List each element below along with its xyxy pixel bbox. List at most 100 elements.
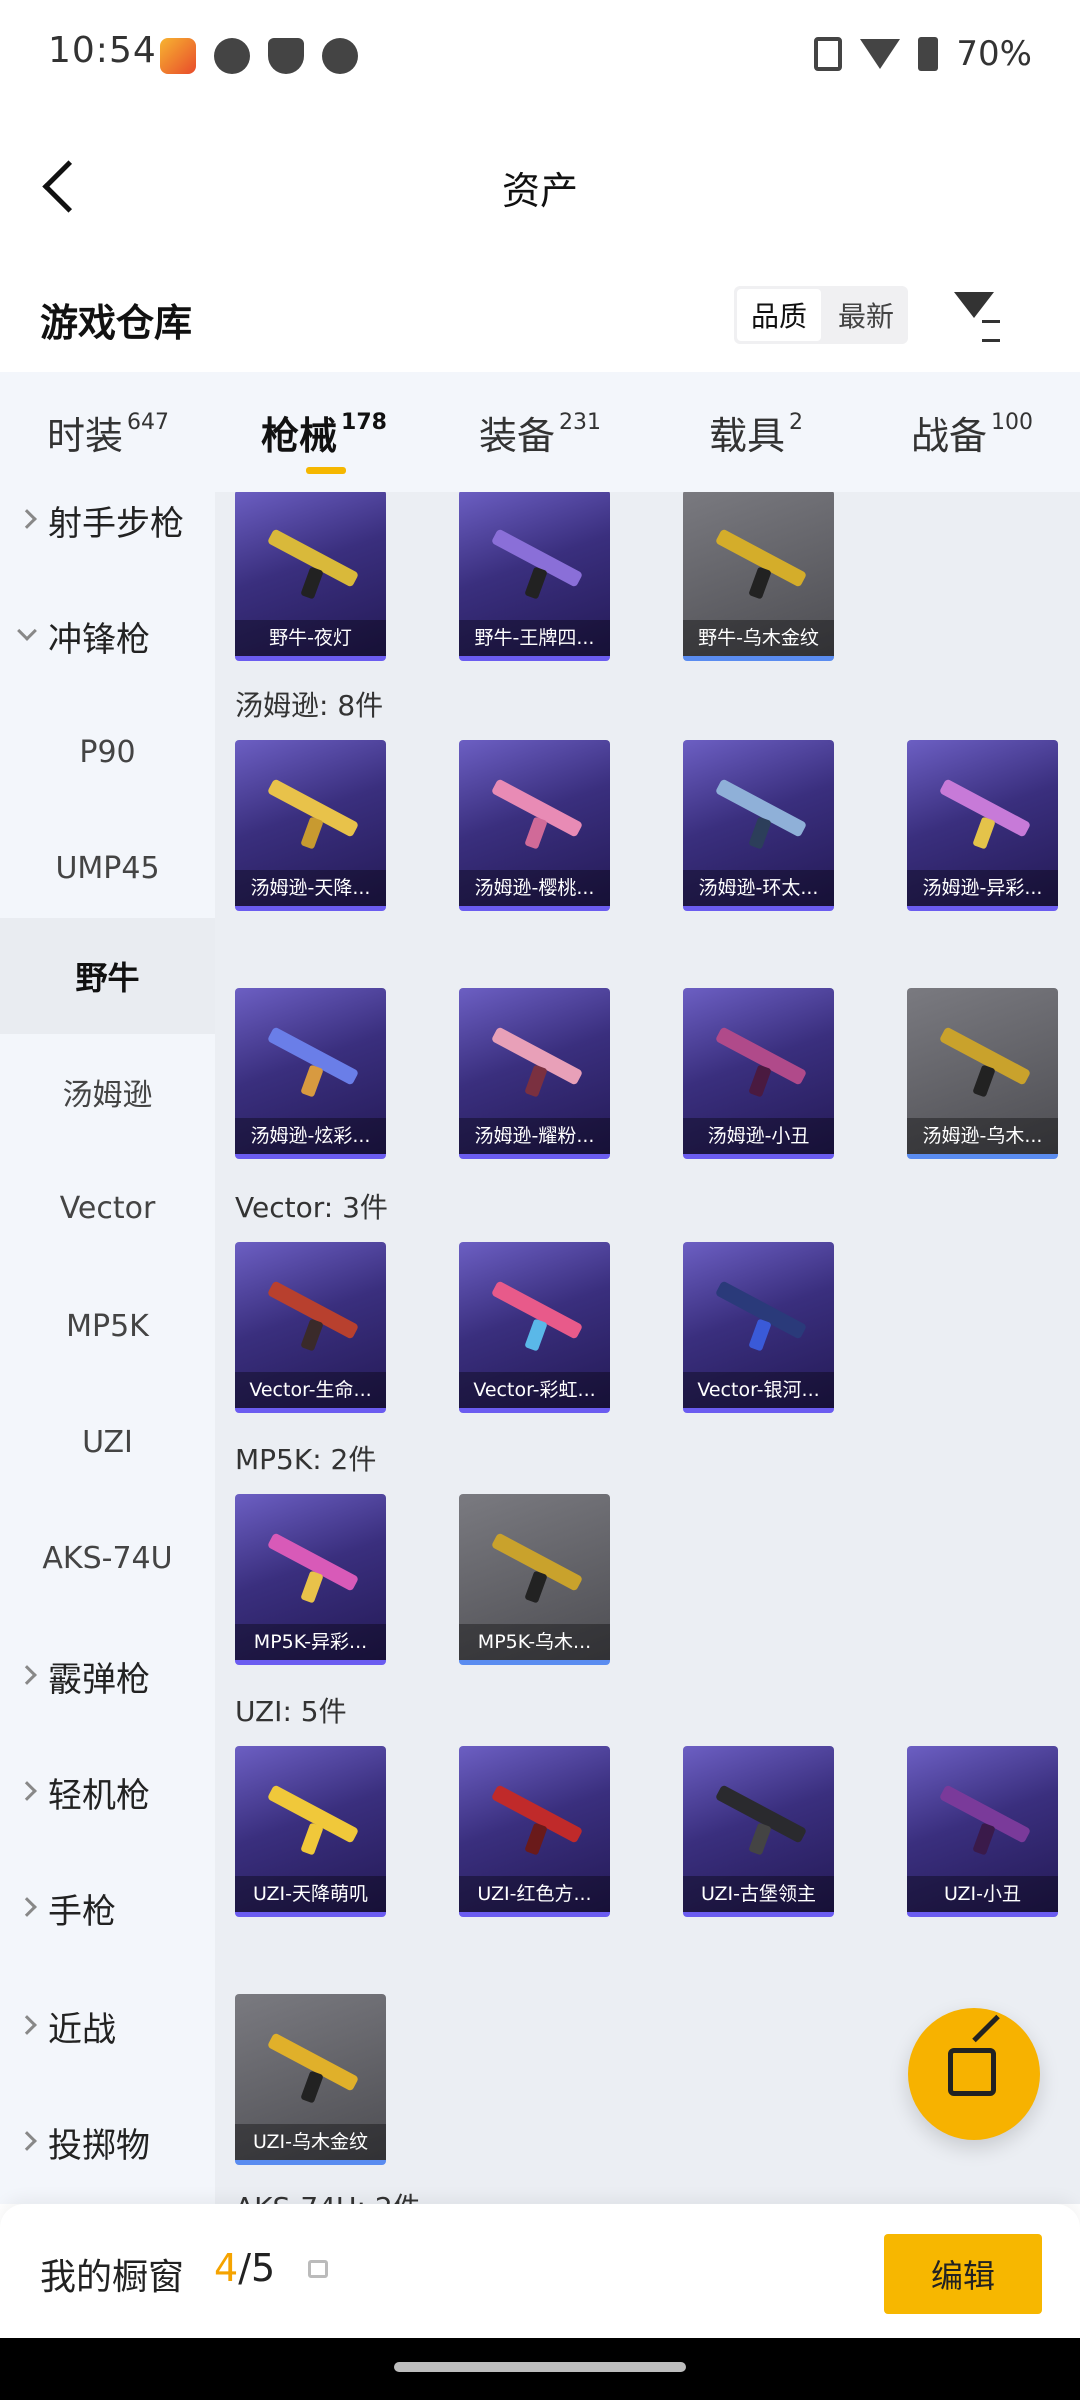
section-label-mp5k: MP5K: 2件 [235,1443,377,1476]
filter-icon[interactable] [952,286,1002,342]
gun-image [479,778,589,850]
skin-card[interactable]: 汤姆逊-天降... [235,740,386,911]
tab-vehicles[interactable]: 载具 2 [648,372,864,492]
skin-name: UZI-古堡领主 [683,1876,834,1912]
showcase-current: 4 [214,2246,239,2290]
game-app-icon [160,38,196,74]
sidebar-item-mp5k[interactable]: MP5K [0,1268,215,1384]
sidebar-item-vector[interactable]: Vector [0,1150,215,1266]
tab-label: 枪械 [261,413,338,458]
skin-card[interactable]: 汤姆逊-樱桃... [459,740,610,911]
edit-button[interactable]: 编辑 [884,2234,1042,2314]
skin-name: 汤姆逊-异彩... [907,870,1058,906]
sort-toggle: 品质 最新 [734,286,908,344]
skin-name: MP5K-异彩... [235,1624,386,1660]
skin-card[interactable]: MP5K-乌木... [459,1494,610,1665]
status-bar: 10:54 70% [0,0,1080,110]
skin-card[interactable]: MP5K-异彩... [235,1494,386,1665]
skin-card[interactable]: Vector-彩虹... [459,1242,610,1413]
tab-count: 178 [341,409,387,435]
tab-outfit[interactable]: 时装 647 [0,372,216,492]
chevron-right-icon [17,1781,37,1801]
tab-count: 647 [127,409,169,435]
section-label-vector: Vector: 3件 [235,1191,388,1224]
sidebar-item-bison[interactable]: 野牛 [0,918,215,1034]
gun-image [703,778,813,850]
skin-card[interactable]: UZI-红色方... [459,1746,610,1917]
chevron-down-icon [17,621,37,641]
battery-icon [918,37,939,71]
gun-image [479,1532,589,1604]
lock-icon [308,2260,328,2278]
gun-image [703,528,813,600]
chevron-right-icon [17,2015,37,2035]
tab-equipment[interactable]: 装备 231 [432,372,648,492]
skin-name: 汤姆逊-小丑 [683,1118,834,1154]
skin-card[interactable]: UZI-古堡领主 [683,1746,834,1917]
skin-card[interactable]: 汤姆逊-小丑 [683,988,834,1159]
sidebar-item-uzi[interactable]: UZI [0,1384,215,1500]
sort-quality[interactable]: 品质 [737,289,821,341]
gun-image [479,1280,589,1352]
share-button[interactable] [908,2008,1040,2140]
tab-weapons[interactable]: 枪械 178 [216,372,432,492]
sort-newest[interactable]: 最新 [824,286,908,344]
skin-name: UZI-红色方... [459,1876,610,1912]
gun-image [255,778,365,850]
skin-card[interactable]: 汤姆逊-异彩... [907,740,1058,911]
sidebar-item-pistol[interactable]: 手枪 [0,1850,215,1966]
skin-card[interactable]: 汤姆逊-环太... [683,740,834,911]
page-title: 资产 [501,169,578,213]
skin-card[interactable]: 汤姆逊-耀粉... [459,988,610,1159]
sidebar-item-p90[interactable]: P90 [0,694,215,810]
share-arrow [972,2014,1000,2043]
skin-grid: 野牛-夜灯 野牛-王牌四... 野牛-乌木金纹 汤姆逊: 8件 汤姆逊-天降..… [215,492,1080,2204]
skin-card[interactable]: 野牛-乌木金纹 [683,492,834,661]
sidebar-item-label: 手枪 [48,1891,116,1932]
sidebar-item-melee[interactable]: 近战 [0,1968,215,2084]
skin-name: UZI-天降萌叽 [235,1876,386,1912]
warehouse-row: 游戏仓库 品质 最新 [0,270,1080,370]
skin-name: 野牛-夜灯 [235,620,386,656]
skin-name: MP5K-乌木... [459,1624,610,1660]
skin-card[interactable]: Vector-银河... [683,1242,834,1413]
gun-image [927,1784,1037,1856]
status-time: 10:54 [48,30,157,71]
home-gesture-pill[interactable] [394,2362,686,2372]
skin-name: 汤姆逊-炫彩... [235,1118,386,1154]
chevron-right-icon [17,2131,37,2151]
skin-name: 野牛-乌木金纹 [683,620,834,656]
sidebar-item-ump45[interactable]: UMP45 [0,810,215,926]
section-label-aks74u: AKS-74U: 2件 [235,2186,421,2204]
skin-name: 汤姆逊-环太... [683,870,834,906]
sidebar-item-marksman-rifle[interactable]: 射手步枪 [0,492,215,578]
skin-card[interactable]: 野牛-王牌四... [459,492,610,661]
share-icon [948,2048,996,2096]
gun-image [927,1026,1037,1098]
sidebar-item-label: 霰弹枪 [48,1659,150,1700]
gun-image [703,1784,813,1856]
skin-card[interactable]: Vector-生命... [235,1242,386,1413]
skin-card[interactable]: 汤姆逊-炫彩... [235,988,386,1159]
sidebar-item-lmg[interactable]: 轻机枪 [0,1734,215,1850]
skin-card[interactable]: UZI-乌木金纹 [235,1994,386,2165]
sidebar-item-smg[interactable]: 冲锋枪 [0,578,215,694]
chevron-right-icon [17,1665,37,1685]
showcase-title: 我的橱窗 [40,2257,185,2298]
skin-card[interactable]: UZI-小丑 [907,1746,1058,1917]
gun-image [255,1784,365,1856]
tab-supplies[interactable]: 战备 100 [864,372,1080,492]
skin-card[interactable]: 野牛-夜灯 [235,492,386,661]
skin-card[interactable]: 汤姆逊-乌木... [907,988,1058,1159]
gun-image [255,1280,365,1352]
skin-card[interactable]: UZI-天降萌叽 [235,1746,386,1917]
sidebar-item-throwable[interactable]: 投掷物 [0,2084,215,2200]
sidebar-item-aks74u[interactable]: AKS-74U [0,1500,215,1616]
chevron-right-icon [17,1897,37,1917]
page-header: 资产 [0,130,1080,240]
gun-image [703,1026,813,1098]
sidebar-item-thompson[interactable]: 汤姆逊 [0,1034,215,1150]
motorola-icon [322,38,358,74]
showcase-bar: 我的橱窗 4/5 编辑 [0,2204,1080,2338]
sidebar-item-shotgun[interactable]: 霰弹枪 [0,1618,215,1734]
